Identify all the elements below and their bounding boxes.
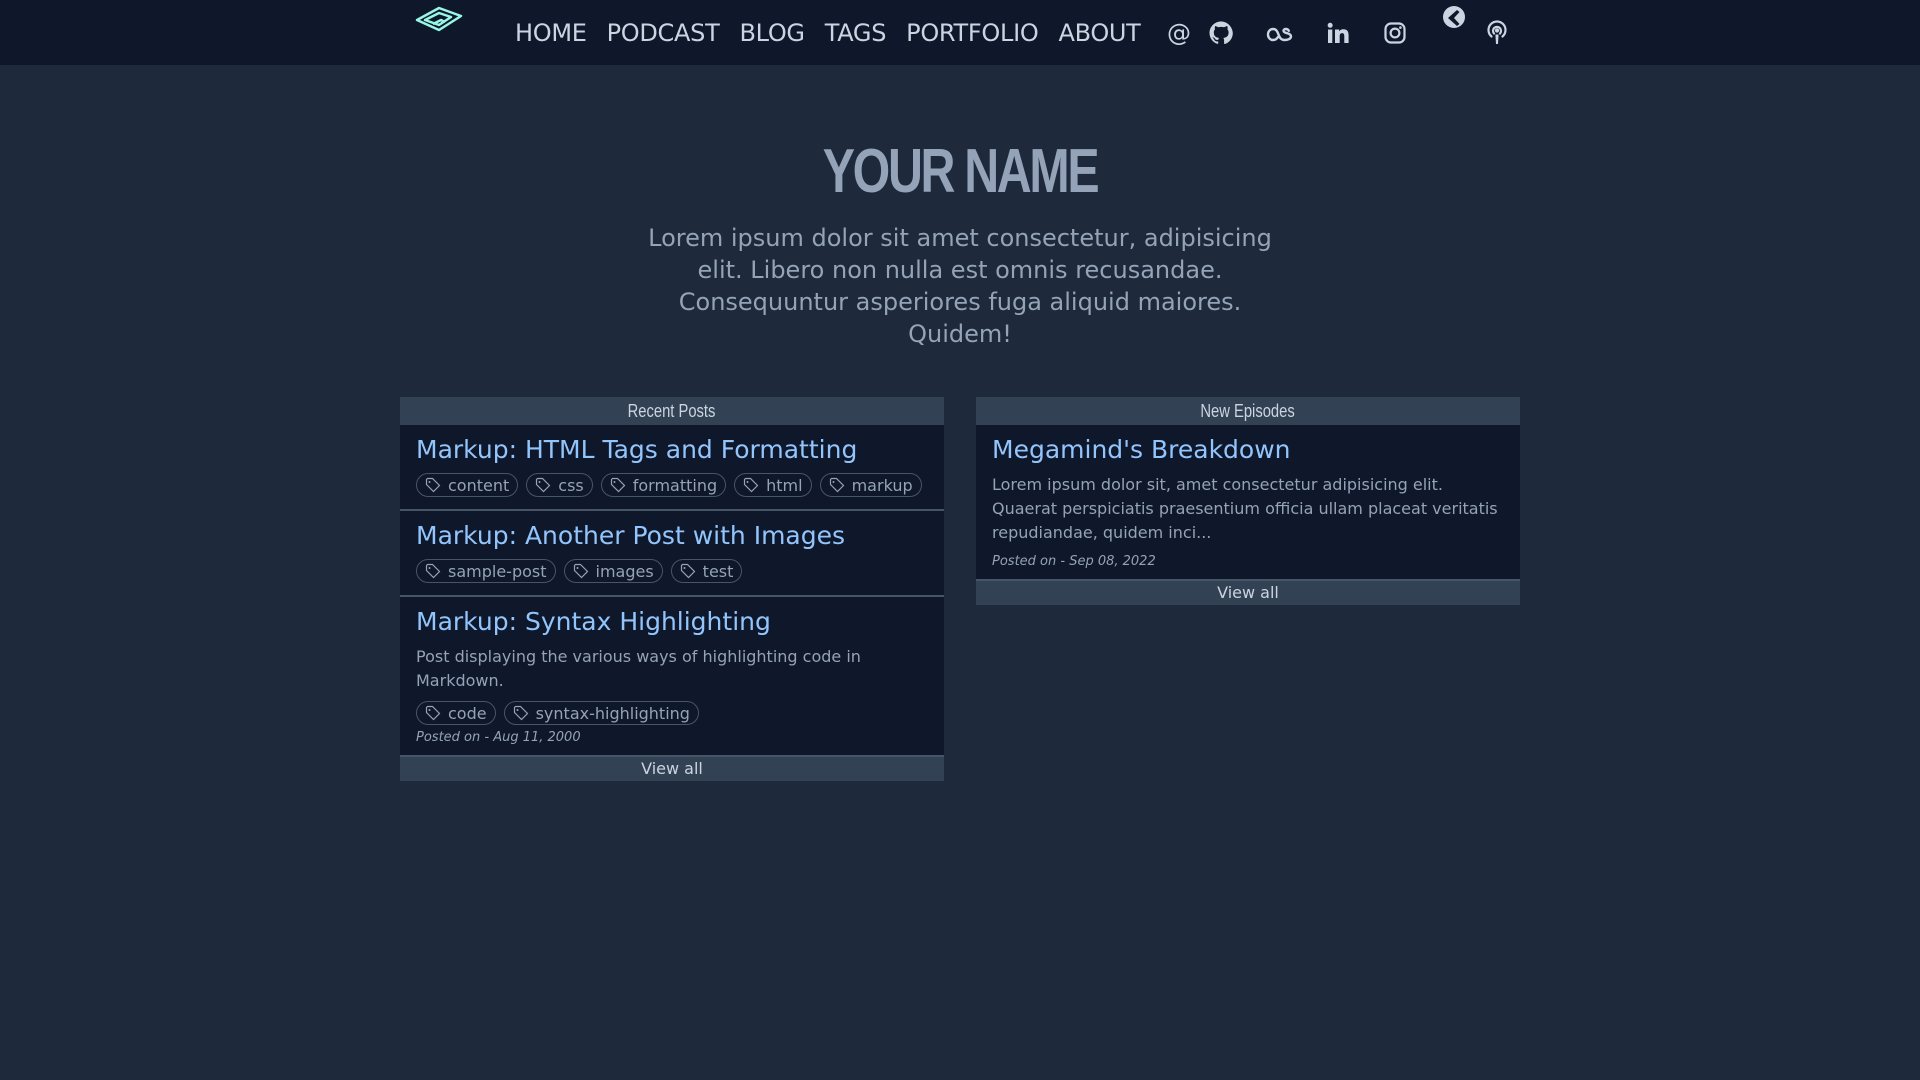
new-episodes-panel: New Episodes Megamind's Breakdown Lorem … bbox=[976, 397, 1520, 605]
tag-chip[interactable]: markup bbox=[819, 473, 922, 497]
episode-card: Megamind's Breakdown Lorem ipsum dolor s… bbox=[976, 425, 1520, 581]
tag-chip[interactable]: formatting bbox=[600, 473, 727, 497]
globe-icon[interactable] bbox=[1441, 3, 1467, 31]
post-title[interactable]: Markup: Another Post with Images bbox=[416, 519, 928, 553]
email-at-symbol: @ bbox=[1167, 19, 1191, 47]
tag-icon bbox=[744, 477, 759, 493]
post-tags: code syntax-highlighting bbox=[416, 701, 928, 725]
post-tags: sample-post images test bbox=[416, 559, 928, 583]
logo-icon[interactable] bbox=[413, 2, 465, 38]
post-date: Posted on - Aug 11, 2000 bbox=[416, 730, 581, 745]
tag-label: markup bbox=[851, 475, 913, 495]
post-card: Markup: Syntax Highlighting Post display… bbox=[400, 597, 944, 757]
post-tags: content css formatting html markup bbox=[416, 473, 928, 497]
tag-icon bbox=[610, 477, 626, 493]
email-icon[interactable]: @ bbox=[1166, 0, 1192, 66]
episode-description: Lorem ipsum dolor sit, amet consectetur … bbox=[992, 475, 1498, 542]
nav-portfolio[interactable]: PORTFOLIO bbox=[906, 19, 1039, 47]
tag-chip[interactable]: content bbox=[416, 473, 519, 497]
nav-blog[interactable]: BLOG bbox=[739, 19, 805, 47]
recent-posts-panel: Recent Posts Markup: HTML Tags and Forma… bbox=[400, 397, 944, 781]
nav-podcast[interactable]: PODCAST bbox=[607, 19, 720, 47]
tag-icon bbox=[425, 563, 441, 579]
episode-title[interactable]: Megamind's Breakdown bbox=[992, 433, 1504, 467]
tag-icon bbox=[425, 477, 441, 493]
tag-chip[interactable]: images bbox=[563, 559, 663, 583]
post-card: Markup: HTML Tags and Formatting content… bbox=[400, 425, 944, 511]
linkedin-icon[interactable] bbox=[1326, 0, 1350, 66]
recent-posts-header-label: Recent Posts bbox=[628, 401, 716, 421]
tag-icon bbox=[536, 477, 551, 493]
tag-label: code bbox=[448, 703, 487, 723]
nav-tags[interactable]: TAGS bbox=[825, 19, 887, 47]
recent-posts-view-all-button[interactable]: View all bbox=[400, 757, 944, 781]
tag-chip[interactable]: test bbox=[670, 559, 743, 583]
nav-home[interactable]: HOME bbox=[515, 19, 587, 47]
new-episodes-header-label: New Episodes bbox=[1200, 401, 1296, 421]
instagram-icon[interactable] bbox=[1383, 0, 1407, 66]
hero-description: Lorem ipsum dolor sit amet consectetur, … bbox=[648, 224, 1272, 348]
lastfm-icon[interactable] bbox=[1265, 0, 1295, 66]
tag-label: images bbox=[595, 561, 654, 581]
podcast-icon[interactable] bbox=[1485, 0, 1509, 66]
new-episodes-view-all-button[interactable]: View all bbox=[976, 581, 1520, 605]
recent-posts-header: Recent Posts bbox=[400, 397, 944, 425]
tag-label: content bbox=[448, 475, 510, 495]
tag-icon bbox=[513, 705, 528, 721]
hero-title: YOUR NAME bbox=[822, 137, 1100, 206]
github-icon[interactable] bbox=[1208, 0, 1234, 66]
tag-label: formatting bbox=[632, 475, 718, 495]
post-description: Post displaying the various ways of high… bbox=[416, 647, 861, 690]
main-nav: HOME PODCAST BLOG TAGS PORTFOLIO ABOUT bbox=[515, 0, 1161, 66]
tag-chip[interactable]: sample-post bbox=[416, 559, 556, 583]
new-episodes-header: New Episodes bbox=[976, 397, 1520, 425]
tag-label: sample-post bbox=[448, 561, 547, 581]
tag-chip[interactable]: html bbox=[734, 473, 812, 497]
nav-about[interactable]: ABOUT bbox=[1058, 19, 1140, 47]
tag-label: test bbox=[702, 561, 734, 581]
tag-label: html bbox=[766, 475, 803, 495]
post-title[interactable]: Markup: Syntax Highlighting bbox=[416, 605, 928, 639]
post-title[interactable]: Markup: HTML Tags and Formatting bbox=[416, 433, 928, 467]
tag-icon bbox=[680, 563, 696, 579]
tag-chip[interactable]: code bbox=[416, 701, 496, 725]
navbar: HOME PODCAST BLOG TAGS PORTFOLIO ABOUT @ bbox=[0, 0, 1920, 65]
episode-date: Posted on - Sep 08, 2022 bbox=[992, 554, 1156, 569]
tag-chip[interactable]: css bbox=[526, 473, 593, 497]
post-card: Markup: Another Post with Images sample-… bbox=[400, 511, 944, 597]
tag-icon bbox=[829, 477, 844, 493]
tag-icon bbox=[425, 705, 441, 721]
tag-chip[interactable]: syntax-highlighting bbox=[503, 701, 699, 725]
tag-icon bbox=[573, 563, 588, 579]
tag-label: syntax-highlighting bbox=[535, 703, 690, 723]
tag-label: css bbox=[558, 475, 584, 495]
